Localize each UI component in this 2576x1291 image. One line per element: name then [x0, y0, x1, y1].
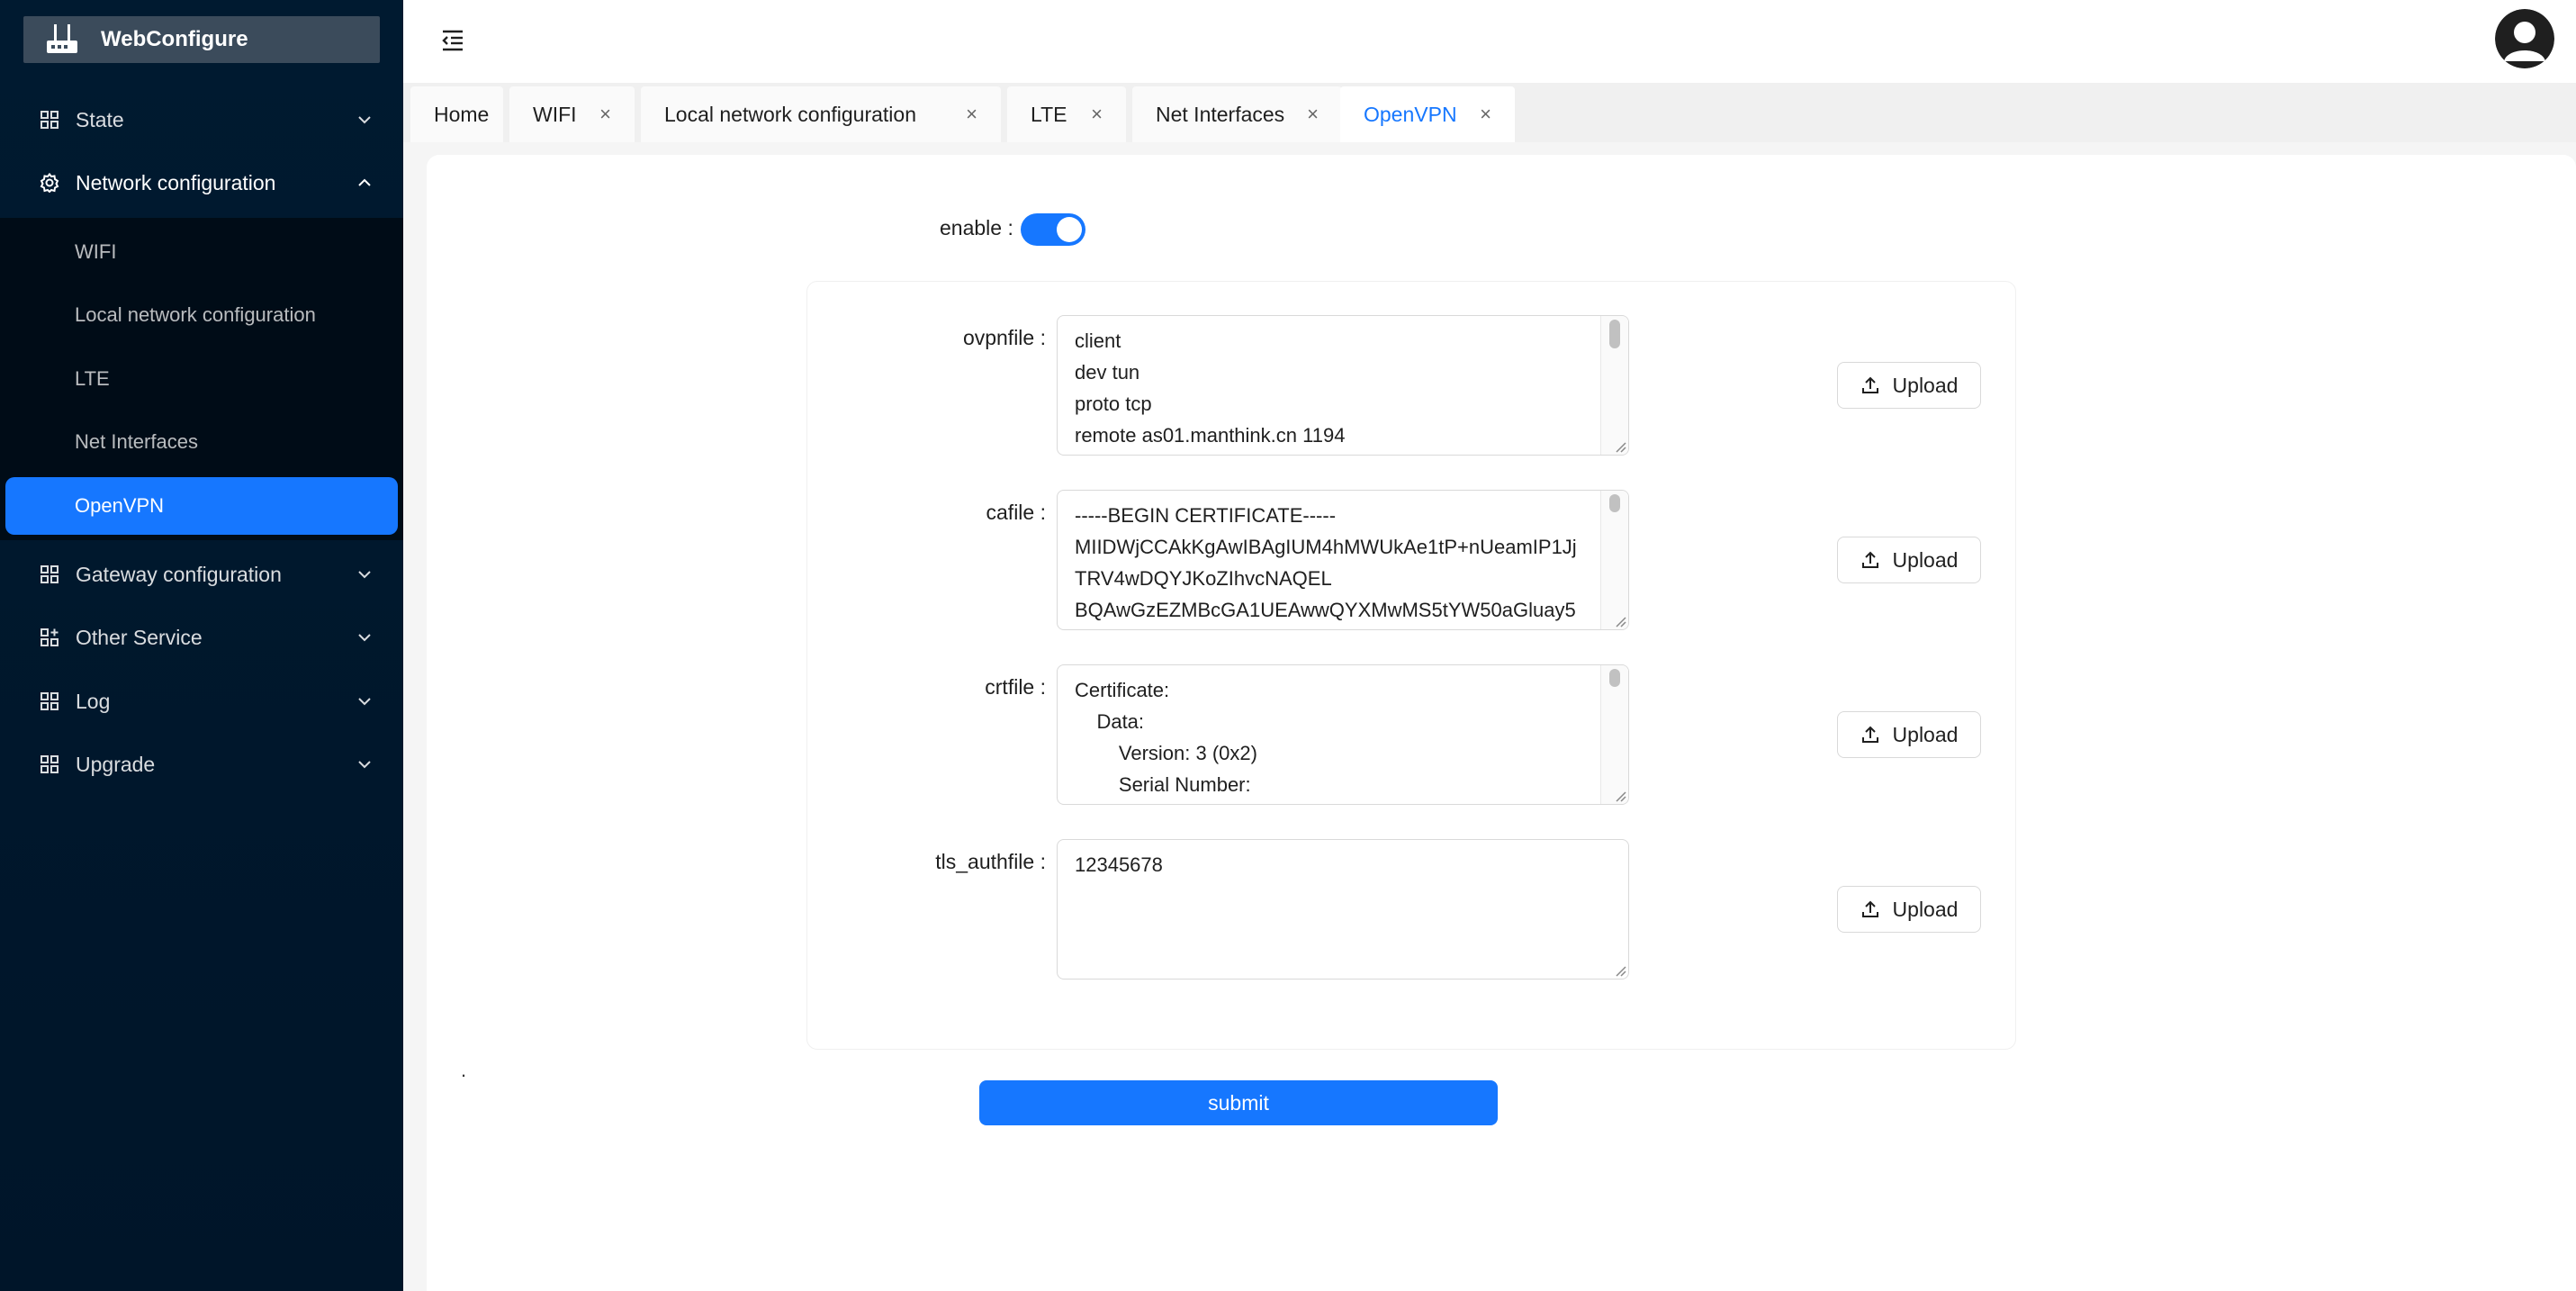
tab-openvpn[interactable]: OpenVPN ×: [1340, 86, 1515, 142]
chevron-up-icon: [358, 178, 371, 186]
ovpnfile-value: client dev tun proto tcp remote as01.man…: [1075, 330, 1346, 447]
menu-other-service[interactable]: Other Service: [0, 606, 403, 669]
chevron-down-icon: [358, 761, 371, 769]
upload-icon: [1861, 551, 1878, 568]
tab-net-interfaces[interactable]: Net Interfaces ×: [1132, 86, 1342, 142]
router-icon: [47, 24, 77, 53]
tab-label: Net Interfaces: [1156, 102, 1285, 126]
tls-authfile-label: tls_authfile :: [935, 850, 1046, 873]
chevron-down-icon: [358, 571, 371, 579]
tab-label: Local network configuration: [664, 102, 916, 126]
menu-other-service-label: Other Service: [76, 625, 203, 649]
sidebar-item-label: Local network configuration: [75, 303, 316, 326]
stray-text: .: [461, 1059, 467, 1081]
appstore-add-icon: [41, 628, 59, 646]
sidebar-item-label: WIFI: [75, 240, 117, 263]
cafile-upload-button[interactable]: Upload: [1837, 537, 1981, 583]
submit-button[interactable]: submit: [979, 1080, 1498, 1125]
scrollbar-thumb[interactable]: [1609, 669, 1620, 687]
menu-gateway-configuration[interactable]: Gateway configuration: [0, 543, 403, 606]
sidebar: WebConfigure State Network configuration…: [0, 0, 403, 1291]
resize-grip-icon[interactable]: [1612, 438, 1626, 453]
sidebar-item-local-network[interactable]: Local network configuration: [0, 286, 403, 344]
tab-label: WIFI: [533, 102, 577, 126]
scrollbar[interactable]: [1600, 316, 1628, 455]
scrollbar[interactable]: [1600, 491, 1628, 629]
ovpnfile-label: ovpnfile :: [962, 326, 1046, 349]
tab-label: OpenVPN: [1364, 102, 1457, 126]
menu-network-label: Network configuration: [76, 170, 276, 194]
sidebar-item-lte[interactable]: LTE: [0, 350, 403, 408]
enable-label: enable :: [940, 216, 1013, 239]
upload-icon: [1861, 900, 1878, 917]
tls-authfile-value: 12345678: [1075, 853, 1163, 876]
upload-label: Upload: [1892, 897, 1959, 921]
menu-state[interactable]: State: [0, 88, 403, 151]
sidebar-item-label: Net Interfaces: [75, 430, 198, 453]
cafile-textarea[interactable]: -----BEGIN CERTIFICATE----- MIIDWjCCAkKg…: [1057, 490, 1629, 630]
crtfile-upload-button[interactable]: Upload: [1837, 711, 1981, 758]
resize-grip-icon[interactable]: [1612, 788, 1626, 802]
upload-label: Upload: [1892, 547, 1959, 572]
grid-icon: [41, 692, 59, 710]
chevron-down-icon: [358, 698, 371, 706]
tls-authfile-upload-button[interactable]: Upload: [1837, 886, 1981, 933]
tab-lte[interactable]: LTE ×: [1007, 86, 1126, 142]
tls-authfile-textarea[interactable]: 12345678: [1057, 839, 1629, 980]
cafile-value: -----BEGIN CERTIFICATE----- MIIDWjCCAkKg…: [1075, 504, 1577, 621]
close-icon[interactable]: ×: [966, 103, 977, 126]
ovpnfile-textarea[interactable]: client dev tun proto tcp remote as01.man…: [1057, 315, 1629, 456]
app-title: WebConfigure: [101, 27, 248, 51]
toggle-knob: [1057, 217, 1082, 242]
chevron-down-icon: [358, 116, 371, 124]
close-icon[interactable]: ×: [1091, 103, 1103, 126]
cafile-label: cafile :: [986, 501, 1046, 524]
enable-toggle[interactable]: [1021, 213, 1085, 246]
scrollbar-thumb[interactable]: [1609, 494, 1620, 512]
gear-icon: [40, 173, 59, 193]
crtfile-label: crtfile :: [985, 675, 1046, 699]
resize-grip-icon[interactable]: [1612, 962, 1626, 977]
tab-home[interactable]: Home: [410, 86, 503, 142]
app-logo[interactable]: WebConfigure: [23, 16, 380, 63]
menu-log-label: Log: [76, 689, 111, 713]
grid-icon: [41, 755, 59, 773]
sidebar-item-label: OpenVPN: [75, 494, 165, 517]
user-avatar-icon[interactable]: [2495, 9, 2554, 68]
tab-bar: Home WIFI × Local network configuration …: [403, 83, 2576, 142]
tab-local-network-configuration[interactable]: Local network configuration ×: [641, 86, 1001, 142]
ovpnfile-upload-button[interactable]: Upload: [1837, 362, 1981, 409]
menu-log[interactable]: Log: [0, 670, 403, 733]
close-icon[interactable]: ×: [1480, 103, 1491, 126]
menu-state-label: State: [76, 107, 124, 131]
upload-icon: [1861, 376, 1878, 393]
upload-icon: [1861, 726, 1878, 743]
sidebar-item-wifi[interactable]: WIFI: [0, 223, 403, 281]
scrollbar-thumb[interactable]: [1609, 320, 1620, 348]
menu-network-configuration[interactable]: Network configuration: [0, 151, 403, 214]
grid-icon: [41, 565, 59, 583]
close-icon[interactable]: ×: [599, 103, 611, 126]
sidebar-item-net-interfaces[interactable]: Net Interfaces: [0, 413, 403, 471]
menu-fold-icon[interactable]: [439, 27, 466, 54]
crtfile-textarea[interactable]: Certificate: Data: Version: 3 (0x2) Seri…: [1057, 664, 1629, 805]
top-header: [403, 0, 2576, 83]
upload-label: Upload: [1892, 722, 1959, 746]
menu-gateway-label: Gateway configuration: [76, 562, 282, 586]
sidebar-item-label: LTE: [75, 367, 110, 390]
chevron-down-icon: [358, 634, 371, 642]
menu-upgrade[interactable]: Upgrade: [0, 733, 403, 796]
sidebar-item-openvpn[interactable]: OpenVPN: [5, 477, 398, 535]
resize-grip-icon[interactable]: [1612, 613, 1626, 627]
upload-label: Upload: [1892, 373, 1959, 397]
scrollbar[interactable]: [1600, 665, 1628, 804]
tab-wifi[interactable]: WIFI ×: [509, 86, 635, 142]
grid-icon: [41, 111, 59, 129]
tab-label: LTE: [1031, 102, 1067, 126]
close-icon[interactable]: ×: [1307, 103, 1319, 126]
crtfile-value: Certificate: Data: Version: 3 (0x2) Seri…: [1075, 679, 1257, 796]
menu-upgrade-label: Upgrade: [76, 752, 156, 776]
tab-label: Home: [434, 102, 490, 126]
